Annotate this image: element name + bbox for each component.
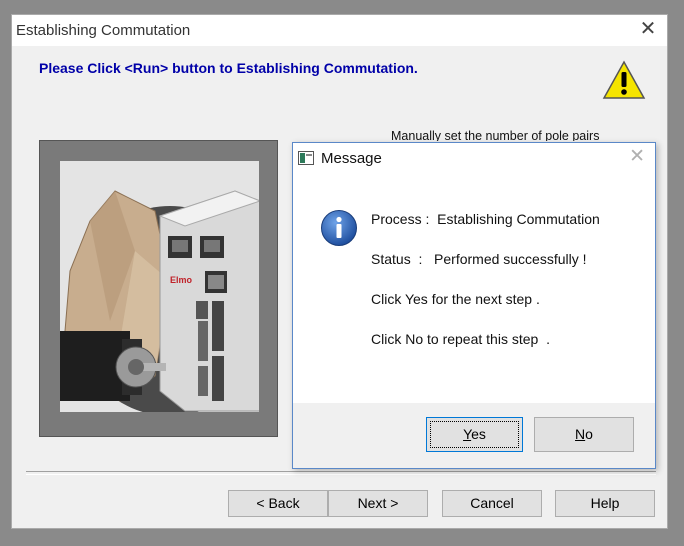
no-mnemonic: N — [575, 426, 586, 442]
message-footer: Yes No — [293, 403, 655, 468]
next-button[interactable]: Next > — [328, 490, 428, 517]
message-title: Message — [321, 150, 382, 167]
separator — [26, 471, 656, 475]
window-title: Establishing Commutation — [16, 22, 191, 39]
message-dialog: Message ✕ Process : Establishing Commuta… — [292, 142, 656, 469]
product-image-panel: Elmo — [39, 140, 278, 437]
back-button[interactable]: < Back — [228, 490, 328, 517]
yes-hint-text: Click Yes for the next step . — [371, 291, 540, 307]
close-icon[interactable]: ✕ — [637, 18, 659, 40]
servo-drive-illustration: Elmo — [60, 161, 270, 416]
help-button[interactable]: Help — [555, 490, 655, 517]
message-app-icon — [298, 151, 314, 165]
warning-icon — [602, 60, 646, 99]
close-icon[interactable]: ✕ — [629, 146, 645, 168]
no-label: o — [585, 426, 593, 442]
status-text: Status : Performed successfully ! — [371, 251, 587, 267]
focus-rectangle — [430, 421, 519, 448]
svg-text:Elmo: Elmo — [170, 275, 193, 285]
message-titlebar: Message ✕ — [293, 143, 655, 174]
pole-pairs-label: Manually set the number of pole pairs — [391, 129, 600, 141]
no-hint-text: Click No to repeat this step . — [371, 331, 550, 347]
info-icon — [321, 210, 357, 246]
instruction-text: Please Click <Run> button to Establishin… — [39, 60, 418, 76]
process-text: Process : Establishing Commutation — [371, 211, 600, 227]
no-button[interactable]: No — [534, 417, 634, 452]
cancel-button[interactable]: Cancel — [442, 490, 542, 517]
product-image: Elmo — [60, 161, 270, 416]
window-titlebar: Establishing Commutation ✕ — [12, 15, 667, 46]
yes-button[interactable]: Yes — [426, 417, 523, 452]
